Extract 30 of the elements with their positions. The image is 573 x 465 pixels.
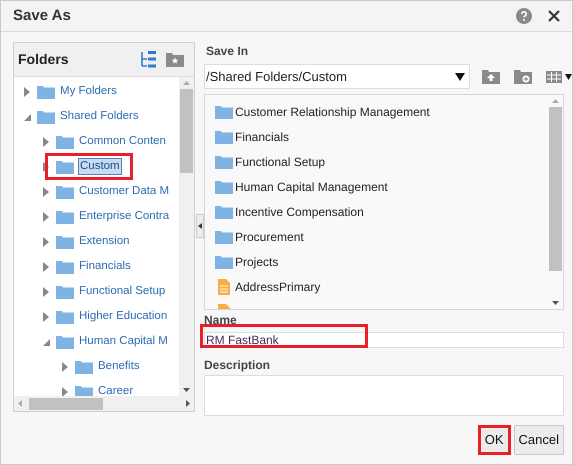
list-item[interactable]: Financials: [235, 128, 290, 146]
list-item[interactable]: Procurement: [235, 228, 304, 246]
field-label: Save In: [205, 44, 250, 58]
tree-item[interactable]: Shared Folders: [59, 108, 140, 126]
name-field[interactable]: RM FastBank: [204, 332, 564, 348]
field-label: Name: [204, 313, 238, 327]
tree-item[interactable]: Extension: [78, 232, 131, 250]
tree-item[interactable]: Customer Data M: [78, 182, 170, 200]
tree-item[interactable]: Human Capital M: [78, 332, 169, 350]
list-item[interactable]: Incentive Compensation: [235, 202, 364, 220]
tree-item[interactable]: Functional Setup: [78, 282, 166, 300]
list-item[interactable]: Customer Relationship Management: [235, 102, 430, 120]
tree-item[interactable]: Custom: [78, 158, 122, 175]
tree-item[interactable]: Common Conten: [78, 132, 167, 150]
panel-title: Folders: [18, 50, 69, 69]
folder-path-dropdown[interactable]: /Shared Folders/Custom: [204, 64, 470, 89]
list-item[interactable]: Projects: [235, 252, 278, 270]
tree-item[interactable]: Higher Education: [78, 308, 168, 326]
field-label: Description: [204, 358, 272, 372]
tree-item[interactable]: Career: [97, 382, 134, 396]
tree-item[interactable]: Financials: [78, 258, 132, 276]
list-item[interactable]: Human Capital Management: [235, 178, 388, 196]
dialog-button[interactable]: OK: [478, 425, 511, 455]
dialog-button[interactable]: Cancel: [514, 425, 564, 455]
window-title: Save As: [13, 6, 71, 26]
tree-item[interactable]: My Folders: [59, 82, 118, 100]
list-item[interactable]: Functional Setup: [235, 152, 326, 170]
tree-item[interactable]: Enterprise Contra: [78, 208, 170, 226]
list-item[interactable]: AddressPrimary: [235, 278, 320, 296]
tree-item[interactable]: Benefits: [97, 358, 141, 376]
